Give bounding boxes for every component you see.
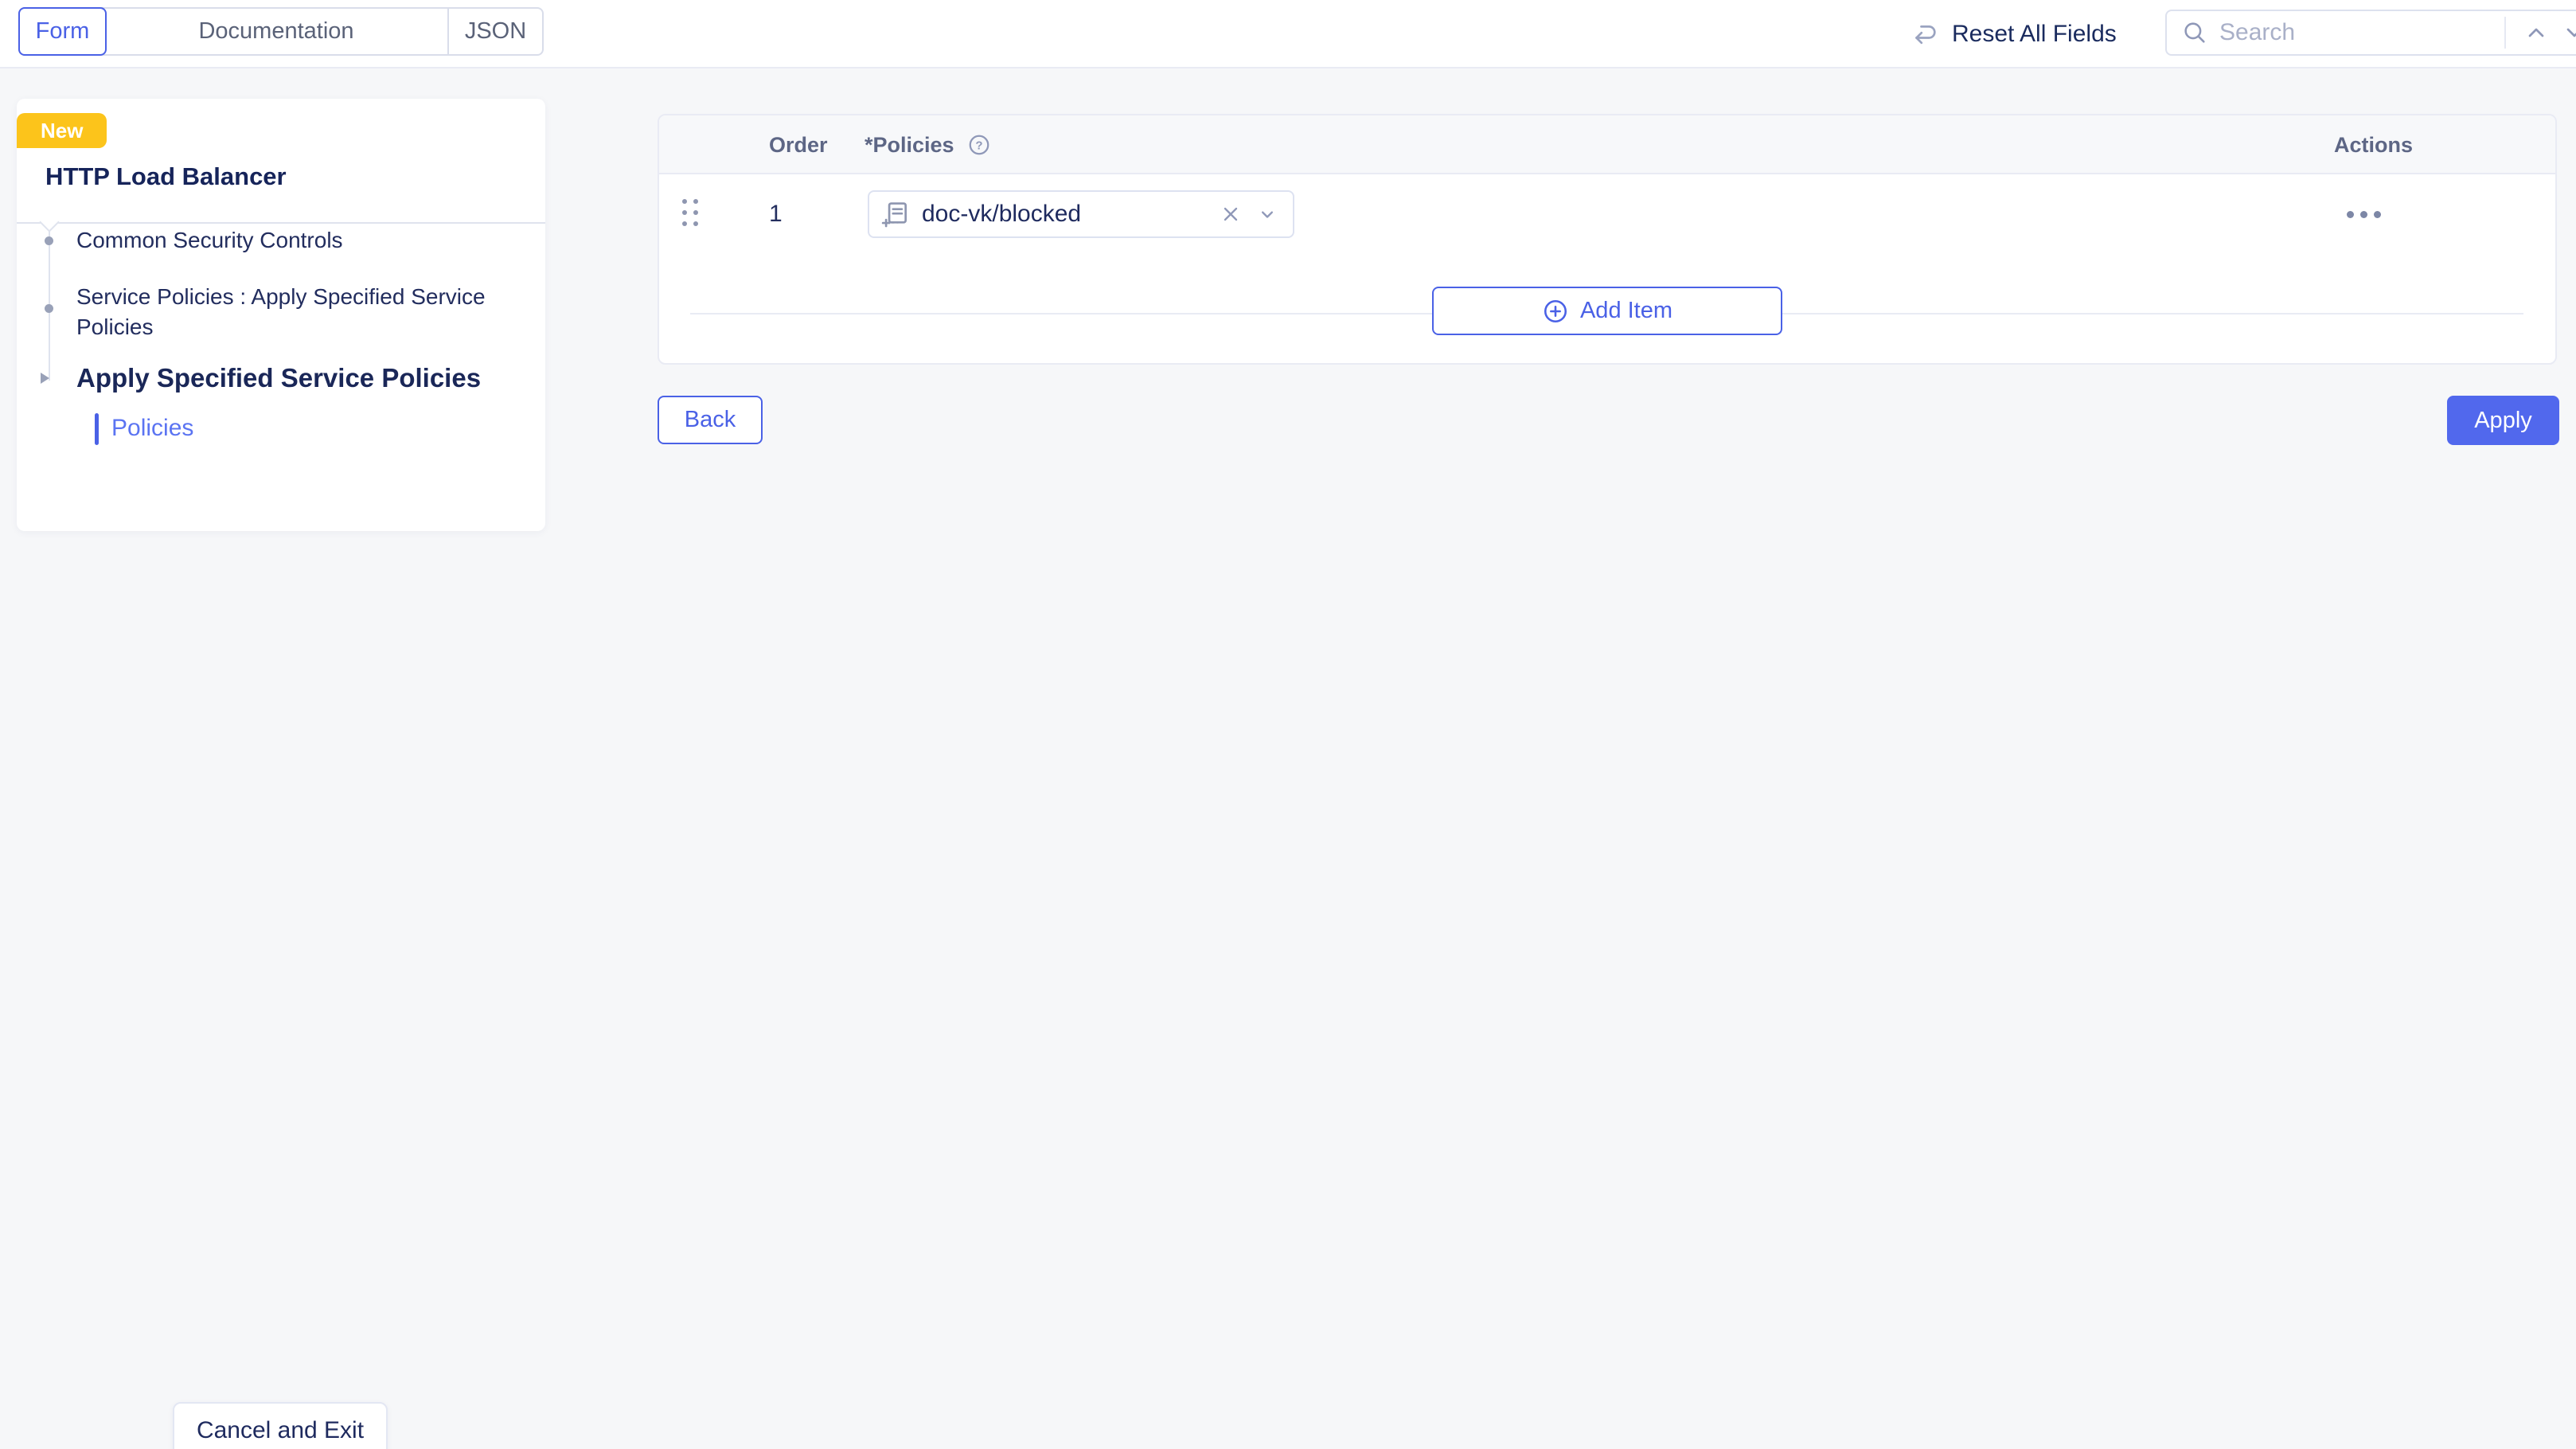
tree-bullet-icon	[45, 236, 53, 245]
policy-select-open-button[interactable]	[1255, 201, 1280, 227]
new-badge: New	[17, 113, 107, 148]
search-next-button[interactable]	[2555, 20, 2576, 45]
undo-icon	[1915, 25, 1936, 45]
plus-circle-icon	[1544, 299, 1567, 322]
sidebar-item-service-policies[interactable]: Service Policies : Apply Specified Servi…	[76, 282, 562, 342]
clear-x-icon	[1224, 207, 1238, 221]
add-item-label: Add Item	[1579, 298, 1673, 323]
chevron-up-icon	[2528, 28, 2544, 37]
policy-select[interactable]: doc-vk/blocked	[868, 190, 1294, 238]
chevron-down-icon	[2566, 28, 2576, 37]
search-divider	[2504, 17, 2506, 49]
table-header-row: Order *Policies ? Actions	[659, 115, 2555, 174]
tab-form[interactable]: Form	[18, 7, 107, 56]
tree-bullet-icon	[45, 304, 53, 313]
policy-select-value: doc-vk/blocked	[922, 201, 1082, 227]
active-leaf-indicator	[95, 413, 99, 445]
search-input[interactable]	[2219, 19, 2493, 46]
form-nav-sidebar: New HTTP Load Balancer Common Security C…	[17, 99, 545, 531]
search-icon	[2184, 22, 2205, 43]
row-menu-button[interactable]	[2340, 205, 2387, 225]
drag-handle-icon[interactable]	[682, 199, 698, 226]
reset-all-fields-label: Reset All Fields	[1952, 21, 2117, 47]
svg-text:?: ?	[975, 139, 982, 153]
sidebar-item-policies[interactable]: Policies	[111, 415, 193, 442]
view-tab-group: Form Documentation JSON	[18, 7, 544, 56]
page: Form Documentation JSON Reset All Fields	[0, 0, 2576, 1449]
sidebar-title: HTTP Load Balancer	[45, 162, 287, 190]
policies-table-card: Order *Policies ? Actions 1 doc-vk/block…	[658, 114, 2557, 365]
sidebar-divider-notch	[39, 212, 60, 232]
tree-arrow-icon	[41, 373, 49, 384]
chevron-down-icon	[1262, 211, 1273, 218]
apply-button[interactable]: Apply	[2447, 396, 2559, 445]
help-icon[interactable]: ?	[967, 133, 991, 157]
add-item-button[interactable]: Add Item	[1432, 287, 1782, 335]
back-button[interactable]: Back	[658, 396, 763, 444]
table-row: 1 doc-vk/blocked	[659, 174, 2555, 314]
cancel-and-exit-button[interactable]: Cancel and Exit	[173, 1402, 388, 1449]
reset-all-fields-button[interactable]: Reset All Fields	[1911, 0, 2117, 68]
column-header-policies-label: *Policies	[865, 132, 954, 157]
sidebar-divider	[17, 222, 545, 224]
sidebar-item-common-security-controls[interactable]: Common Security Controls	[76, 225, 343, 256]
row-actions-cell	[2340, 174, 2387, 254]
search-prev-button[interactable]	[2517, 20, 2555, 45]
tab-documentation[interactable]: Documentation	[105, 9, 449, 54]
policy-reference-icon	[881, 202, 907, 228]
column-header-order: Order	[769, 132, 828, 157]
policy-clear-button[interactable]	[1218, 201, 1243, 227]
tab-json[interactable]: JSON	[449, 9, 542, 54]
column-header-actions: Actions	[2334, 132, 2414, 157]
sidebar-item-apply-specified-service-policies[interactable]: Apply Specified Service Policies	[76, 361, 481, 395]
row-order-value: 1	[769, 201, 783, 227]
column-header-policies: *Policies ?	[865, 115, 991, 174]
topbar: Form Documentation JSON Reset All Fields	[0, 0, 2576, 68]
search-box	[2165, 10, 2576, 56]
